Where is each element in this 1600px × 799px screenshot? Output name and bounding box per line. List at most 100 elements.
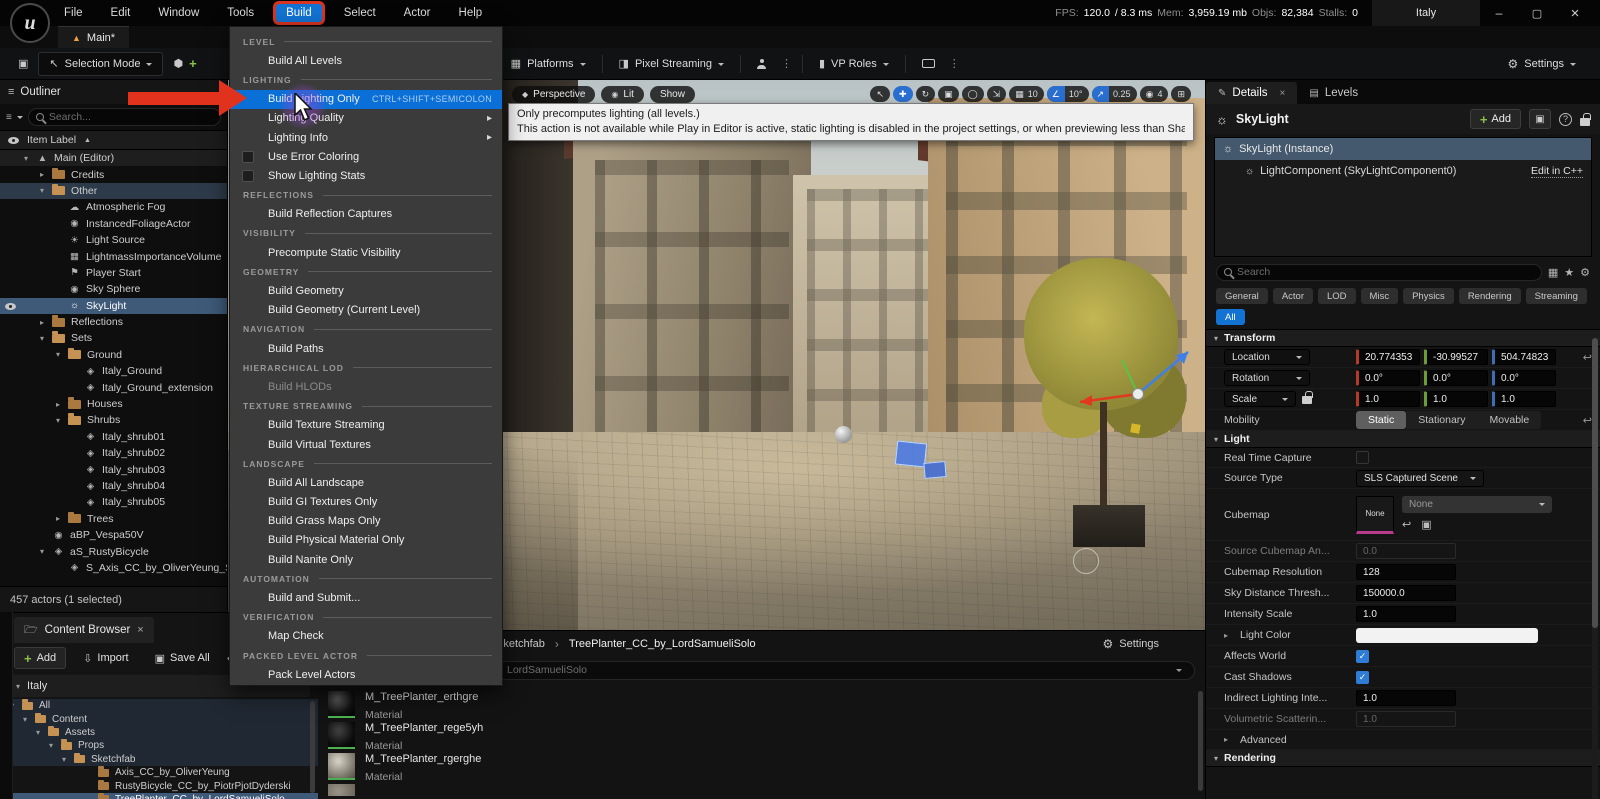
reset-icon[interactable]: ↩ <box>1583 351 1592 364</box>
outliner-row[interactable]: ▸ Trees <box>0 511 227 527</box>
grid-snap-toggle[interactable]: ▦10 <box>1009 86 1044 102</box>
menubar-item[interactable]: File <box>58 4 89 22</box>
show-dropdown[interactable]: Show <box>650 86 695 103</box>
close-icon[interactable]: × <box>137 624 143 636</box>
build-menu-row[interactable]: Show Lighting Stats <box>230 166 502 185</box>
outliner-column-header[interactable]: Item Label <box>0 130 227 150</box>
build-menu-row[interactable]: Build Reflection Captures <box>230 205 502 224</box>
selection-mode-dropdown[interactable]: ↖ Selection Mode <box>38 52 163 76</box>
unreal-logo-icon[interactable]: u <box>10 3 50 43</box>
rotate-tool-icon[interactable]: ↻ <box>916 86 936 102</box>
build-menu-row[interactable]: GEOMETRY <box>230 262 502 281</box>
lock-icon[interactable] <box>1580 118 1590 126</box>
breadcrumb-parent[interactable]: Sketchfab <box>496 638 545 650</box>
build-menu-row[interactable]: NAVIGATION <box>230 320 502 339</box>
mobility-stationary-button[interactable]: Stationary <box>1406 411 1477 429</box>
build-menu-row[interactable]: TEXTURE STREAMING <box>230 397 502 416</box>
menubar-item[interactable]: Tools <box>221 4 260 22</box>
project-tab[interactable]: Italy <box>1372 0 1480 26</box>
save-button[interactable]: ▣ <box>8 52 38 76</box>
world-space-icon[interactable]: ◯ <box>962 86 984 102</box>
close-button[interactable] <box>1556 1 1594 25</box>
perspective-dropdown[interactable]: ◆Perspective <box>512 86 595 103</box>
outliner-row[interactable]: ▾ Sets <box>0 330 227 346</box>
build-menu-row[interactable]: Build Virtual Textures <box>230 435 502 454</box>
expand-arrow-icon[interactable]: ▾ <box>36 728 47 737</box>
platforms-dropdown[interactable]: ▦ Platforms <box>501 52 596 76</box>
build-menu-row[interactable]: VISIBILITY <box>230 224 502 243</box>
checkbox[interactable] <box>242 170 254 182</box>
location-z-field[interactable]: 504.74823 <box>1492 349 1556 365</box>
multi-user-options-icon[interactable]: ⋮ <box>777 57 796 70</box>
build-menu-row[interactable]: VERIFICATION <box>230 608 502 627</box>
move-tool-icon[interactable]: ✚ <box>893 86 913 102</box>
build-menu-row[interactable]: Use Error Coloring <box>230 147 502 166</box>
pixel-streaming-dropdown[interactable]: ◨ Pixel Streaming <box>609 52 734 76</box>
affects-world-checkbox[interactable] <box>1356 650 1369 663</box>
menubar-item[interactable]: Help <box>453 4 489 22</box>
details-search[interactable] <box>1216 264 1542 281</box>
cast-shadows-checkbox[interactable] <box>1356 671 1369 684</box>
settings-dropdown[interactable]: ⚙ Settings <box>1497 52 1586 76</box>
build-menu-row[interactable]: Build GI Textures Only <box>230 493 502 512</box>
reset-icon[interactable]: ↩ <box>1583 414 1592 427</box>
filter-chip[interactable]: General <box>1216 288 1268 304</box>
expand-arrow-icon[interactable]: ▸ <box>40 318 51 327</box>
content-browser-settings-button[interactable]: ⚙ Settings <box>1102 637 1159 651</box>
details-scrollbar[interactable] <box>1592 334 1598 799</box>
expand-arrow-icon[interactable]: ▾ <box>56 350 67 359</box>
outliner-row[interactable]: ☁ Atmospheric Fog <box>0 199 227 215</box>
outliner-row[interactable]: ◉ InstancedFoliageActor <box>0 216 227 232</box>
outliner-row[interactable]: ◈ Italy_Ground <box>0 363 227 379</box>
asset-list-scrollbar[interactable] <box>1198 691 1203 791</box>
transform-gizmo[interactable] <box>1068 342 1198 442</box>
save-all-button[interactable]: ▣Save All <box>146 647 219 669</box>
add-button[interactable]: +Add <box>14 647 66 669</box>
scale-dropdown[interactable]: Scale <box>1224 391 1296 407</box>
collapse-arrow-icon[interactable]: ▾ <box>16 682 20 691</box>
menubar-item[interactable]: Edit <box>105 4 137 22</box>
blueprint-icon[interactable]: ▣ <box>1529 109 1551 129</box>
camera-speed-control[interactable]: ◉4 <box>1140 86 1169 102</box>
outliner-search[interactable] <box>28 108 221 126</box>
asset-item[interactable]: M_TreePlanter_erthgre Material <box>328 689 1205 720</box>
rotation-snap-toggle[interactable]: ∠10° <box>1047 86 1089 102</box>
level-tab-main[interactable]: ▲ Main* <box>58 26 129 48</box>
outliner-row[interactable]: ☼ SkyLight <box>0 298 227 314</box>
help-icon[interactable] <box>1559 113 1572 126</box>
mobility-static-button[interactable]: Static <box>1356 411 1406 429</box>
build-menu-row[interactable]: Precompute Static Visibility <box>230 243 502 262</box>
surface-snap-icon[interactable]: ⇲ <box>987 86 1007 102</box>
filter-chip[interactable]: LOD <box>1318 288 1356 304</box>
build-menu-row[interactable]: Build All Levels <box>230 51 502 70</box>
add-actor-button[interactable]: ⬢+ <box>163 52 206 76</box>
section-light[interactable]: ▾Light <box>1206 431 1600 448</box>
outliner-row[interactable]: ▾ Shrubs <box>0 412 227 428</box>
location-dropdown[interactable]: Location <box>1224 349 1310 365</box>
build-menu-row[interactable]: Lighting Quality <box>230 109 502 128</box>
scale-tool-icon[interactable]: ▣ <box>938 86 959 102</box>
maximize-viewport-icon[interactable]: ⊞ <box>1171 86 1191 102</box>
menubar-item[interactable]: Select <box>338 4 382 22</box>
import-button[interactable]: ⇩Import <box>74 647 137 669</box>
outliner-row[interactable]: ◈ Italy_shrub02 <box>0 445 227 461</box>
expand-arrow-icon[interactable]: ▾ <box>40 186 51 195</box>
expand-arrow-icon[interactable]: ▾ <box>40 334 51 343</box>
outliner-row[interactable]: ◈ Italy_shrub03 <box>0 461 227 477</box>
folder-row[interactable]: ▾ Assets <box>0 726 318 739</box>
build-menu-row[interactable]: Lighting Info <box>230 128 502 147</box>
remote-session-options-icon[interactable]: ⋮ <box>945 57 964 70</box>
build-menu-row[interactable]: Map Check <box>230 627 502 646</box>
favorites-icon[interactable]: ★ <box>1564 266 1574 279</box>
outliner-row[interactable]: ◉ aBP_Vespa50V <box>0 527 227 543</box>
expand-arrow-icon[interactable]: ▸ <box>56 514 67 523</box>
outliner-row[interactable]: ◈ Italy_shrub01 <box>0 429 227 445</box>
add-component-button[interactable]: +Add <box>1470 109 1521 129</box>
component-row-lightcomponent[interactable]: ☼ LightComponent (SkyLightComponent0) Ed… <box>1215 160 1591 182</box>
scale-x-field[interactable]: 1.0 <box>1356 391 1420 407</box>
outliner-search-input[interactable] <box>49 111 213 123</box>
asset-item[interactable]: M_TreePlanter_rege5yh Material <box>328 720 1205 751</box>
build-menu-row[interactable]: Build Geometry <box>230 281 502 300</box>
content-browser-tab[interactable]: 🗁 Content Browser × <box>14 617 154 643</box>
use-selected-icon[interactable]: ↩ <box>1402 518 1411 531</box>
